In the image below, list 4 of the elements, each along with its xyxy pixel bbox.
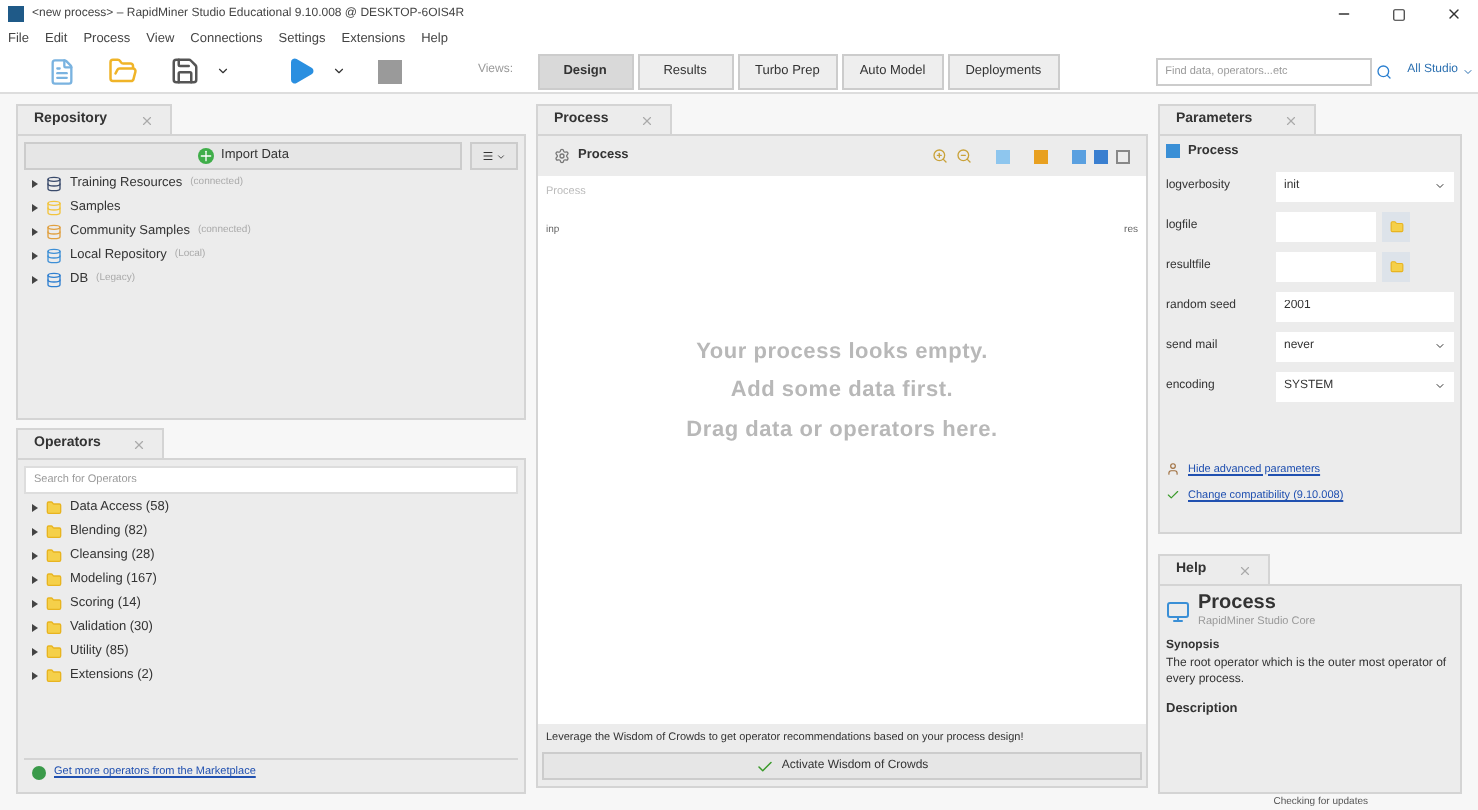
- empty-hint: Drag data or operators here.: [686, 415, 998, 446]
- help-title: Process: [1198, 592, 1278, 614]
- empty-hint: Your process looks empty.: [696, 337, 988, 368]
- empty-hint: Add some data first.: [730, 376, 954, 407]
